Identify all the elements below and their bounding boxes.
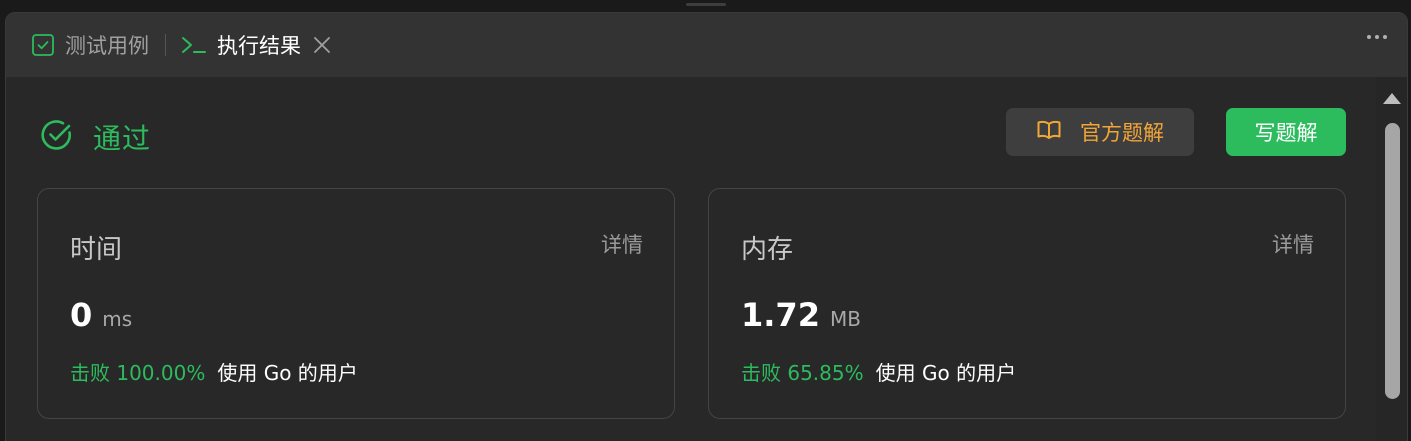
book-icon — [1036, 119, 1062, 145]
close-icon[interactable] — [313, 36, 331, 54]
memory-detail-link[interactable]: 详情 — [1272, 229, 1314, 259]
memory-title: 内存 — [741, 235, 794, 265]
memory-beat: 击败 65.85% 使用 Go 的用户 — [741, 357, 1016, 386]
official-solution-label: 官方题解 — [1080, 121, 1164, 145]
write-solution-label: 写题解 — [1254, 121, 1318, 145]
tab-result-label: 执行结果 — [217, 34, 301, 58]
official-solution-button[interactable]: 官方题解 — [1006, 108, 1194, 156]
scroll-up-arrow-icon[interactable] — [1383, 93, 1401, 104]
terminal-icon — [181, 34, 207, 56]
result-content: 通过 官方题解 写题解 时间 详情 0 ms 击败 100.00% 使用 Go … — [6, 77, 1378, 441]
panel-resize-handle[interactable] — [686, 3, 726, 6]
tab-result[interactable]: 执行结果 — [181, 13, 331, 77]
tab-testcase-label: 测试用例 — [65, 34, 149, 58]
tab-divider — [165, 34, 166, 56]
vertical-scrollbar[interactable] — [1376, 77, 1407, 441]
tab-bar: 测试用例 执行结果 — [6, 13, 1407, 77]
scrollbar-thumb[interactable] — [1385, 123, 1400, 399]
tab-testcase[interactable]: 测试用例 — [31, 13, 149, 77]
runtime-card: 时间 详情 0 ms 击败 100.00% 使用 Go 的用户 — [37, 188, 675, 419]
runtime-metric: 0 ms — [70, 296, 132, 334]
runtime-unit: ms — [102, 307, 133, 331]
check-circle-icon — [39, 117, 75, 157]
memory-card: 内存 详情 1.72 MB 击败 65.85% 使用 Go 的用户 — [708, 188, 1346, 419]
more-dots-icon[interactable] — [1367, 35, 1387, 39]
runtime-title: 时间 — [70, 235, 123, 265]
write-solution-button[interactable]: 写题解 — [1226, 108, 1346, 156]
status-label: 通过 — [93, 122, 152, 155]
memory-unit: MB — [829, 307, 861, 331]
checkbox-icon — [31, 33, 55, 57]
runtime-beat-suffix: 使用 Go 的用户 — [217, 361, 358, 385]
runtime-detail-link[interactable]: 详情 — [601, 229, 643, 259]
memory-beat-percent: 击败 65.85% — [741, 361, 864, 385]
runtime-value: 0 — [70, 296, 93, 334]
result-panel: 测试用例 执行结果 通过 官方题解 写题解 时间 详情 0 ms 击败 100.… — [5, 12, 1408, 441]
memory-beat-suffix: 使用 Go 的用户 — [875, 361, 1017, 385]
runtime-beat-percent: 击败 100.00% — [70, 361, 206, 385]
memory-metric: 1.72 MB — [741, 296, 861, 334]
memory-value: 1.72 — [741, 296, 820, 334]
runtime-beat: 击败 100.00% 使用 Go 的用户 — [70, 357, 358, 386]
status-header: 通过 — [39, 117, 151, 157]
